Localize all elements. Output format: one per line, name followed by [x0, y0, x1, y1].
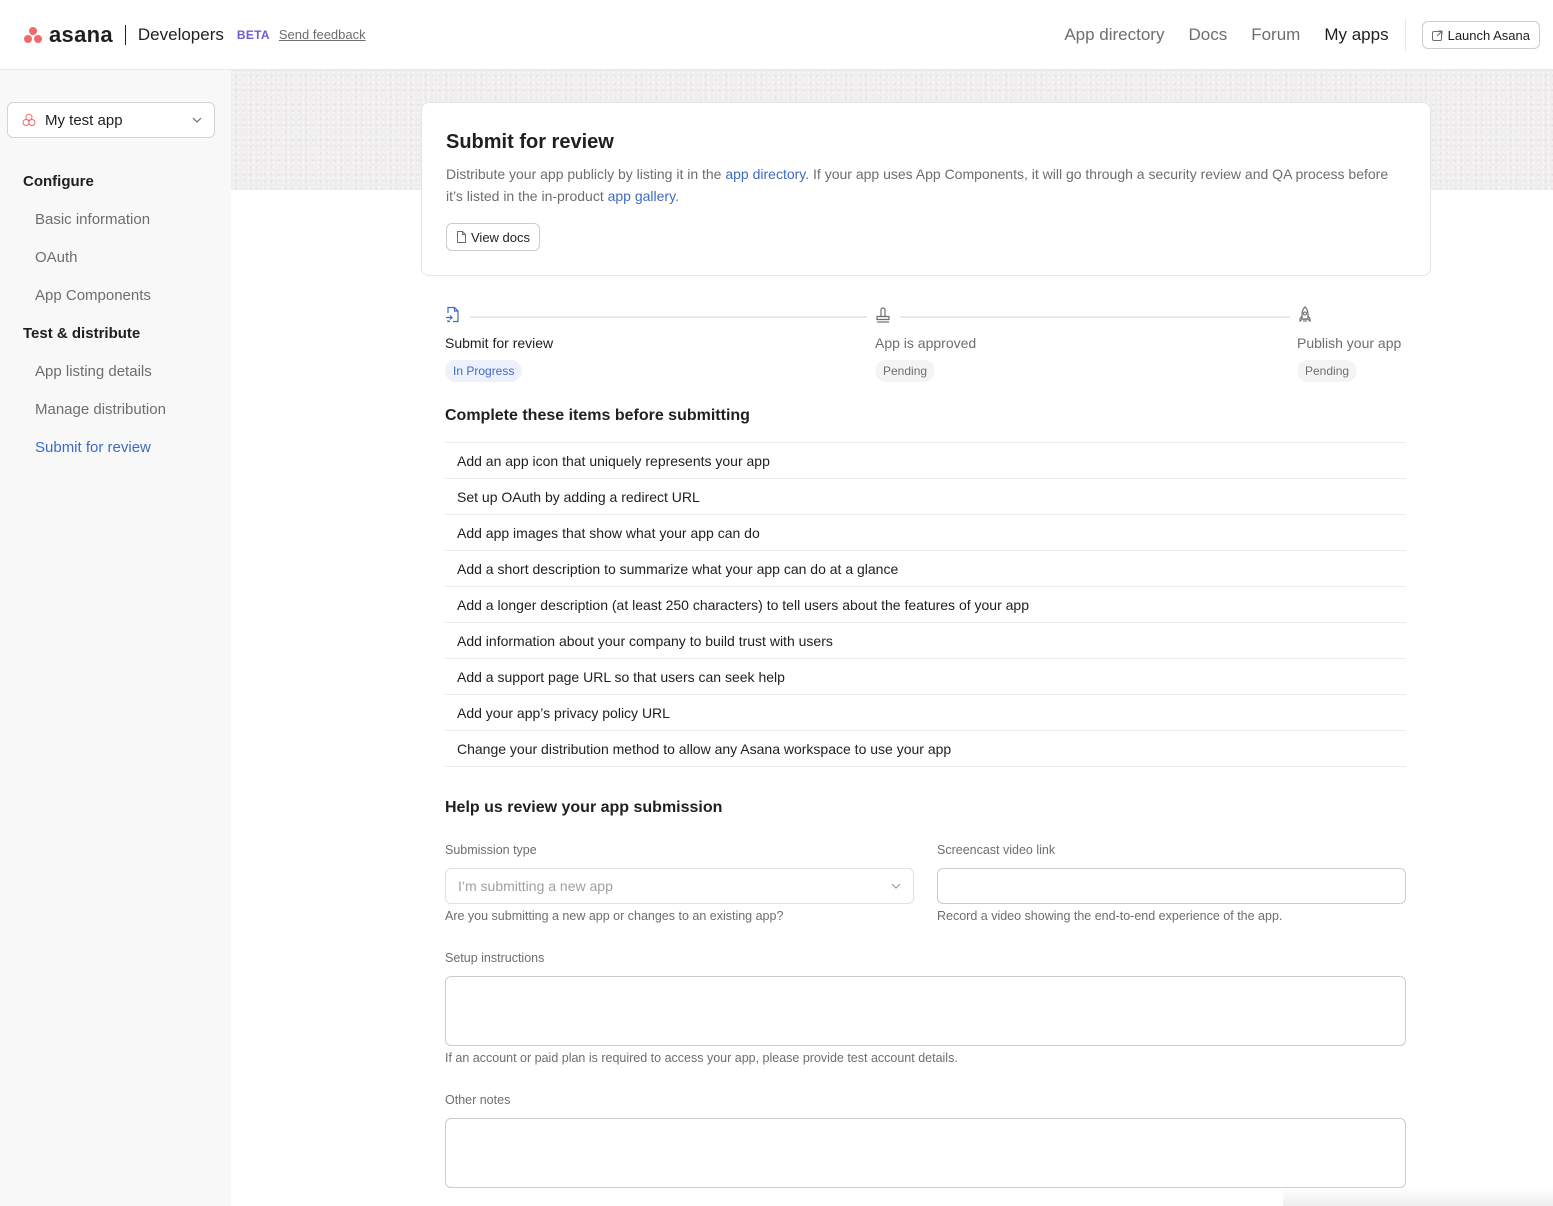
sidebar-item-app-components[interactable]: App Components [35, 287, 151, 304]
setup-instructions-textarea[interactable] [445, 976, 1406, 1046]
step-connector [470, 316, 867, 318]
status-badge: Pending [875, 360, 936, 382]
checklist-item[interactable]: Add a support page URL so that users can… [445, 659, 1406, 695]
launch-asana-button[interactable]: Launch Asana [1421, 21, 1540, 49]
top-header: asana Developers BETA Send feedback App … [0, 0, 1553, 70]
top-nav: App directory Docs Forum My apps Launch … [1040, 0, 1553, 70]
launch-asana-label: Launch Asana [1447, 27, 1530, 43]
screencast-video-link-input[interactable] [937, 868, 1406, 904]
step-label: Publish your app [1297, 335, 1402, 351]
intro-text-3: . [675, 188, 679, 204]
submission-type-label: Submission type [445, 843, 537, 857]
main-content: Submit for review Distribute your app pu… [231, 70, 1553, 1206]
page-title: Submit for review [446, 131, 614, 153]
document-icon [457, 231, 466, 243]
status-badge: In Progress [445, 360, 523, 382]
asana-logo-icon[interactable] [23, 26, 43, 44]
view-docs-button[interactable]: View docs [446, 223, 541, 251]
beta-badge: BETA [236, 27, 270, 42]
app-selector-label: My test app [45, 111, 123, 129]
submission-type-help: Are you submitting a new app or changes … [445, 909, 784, 923]
setup-instructions-help: If an account or paid plan is required t… [445, 1051, 958, 1065]
brand: asana Developers BETA Send feedback [23, 22, 366, 48]
checklist-item[interactable]: Add app images that show what your app c… [445, 515, 1406, 551]
checklist-item[interactable]: Add information about your company to bu… [445, 623, 1406, 659]
checklist-item[interactable]: Add a short description to summarize wha… [445, 551, 1406, 587]
requirements-checklist: Add an app icon that uniquely represents… [445, 442, 1406, 767]
app-selector-dropdown[interactable]: My test app [7, 102, 215, 138]
app-directory-link[interactable]: app directory [725, 166, 805, 182]
chevron-down-icon [192, 117, 202, 123]
checklist-heading: Complete these items before submitting [445, 407, 750, 424]
nav-app-directory[interactable]: App directory [1064, 25, 1164, 45]
view-docs-label: View docs [471, 229, 531, 245]
intro-description: Distribute your app publicly by listing … [446, 163, 1406, 207]
submit-document-icon [446, 306, 459, 323]
nav-divider [1404, 19, 1406, 51]
sidebar: My test app Configure Basic information … [0, 70, 231, 1206]
intro-card: Submit for review Distribute your app pu… [421, 102, 1431, 276]
sidebar-item-app-listing-details[interactable]: App listing details [35, 363, 152, 380]
sidebar-item-manage-distribution[interactable]: Manage distribution [35, 401, 166, 418]
app-gallery-link[interactable]: app gallery [608, 188, 675, 204]
checklist-item[interactable]: Set up OAuth by adding a redirect URL [445, 479, 1406, 515]
approval-stamp-icon [876, 307, 890, 323]
other-notes-textarea[interactable] [445, 1118, 1406, 1188]
nav-docs[interactable]: Docs [1188, 25, 1227, 45]
brand-divider [124, 24, 126, 45]
sidebar-item-basic-information[interactable]: Basic information [35, 211, 150, 228]
screencast-help: Record a video showing the end-to-end ex… [937, 909, 1283, 923]
checklist-item[interactable]: Add an app icon that uniquely represents… [445, 443, 1406, 479]
other-notes-label: Other notes [445, 1093, 511, 1107]
sidebar-item-submit-for-review[interactable]: Submit for review [35, 439, 151, 456]
checklist-item[interactable]: Add your app’s privacy policy URL [445, 695, 1406, 731]
setup-instructions-label: Setup instructions [445, 951, 545, 965]
nav-my-apps[interactable]: My apps [1324, 25, 1388, 45]
scroll-fade [1283, 1188, 1553, 1206]
external-link-icon [1431, 30, 1443, 41]
submission-type-placeholder: I’m submitting a new app [458, 878, 613, 894]
form-heading: Help us review your app submission [445, 799, 723, 816]
sidebar-item-oauth[interactable]: OAuth [35, 249, 78, 266]
asana-logo-text[interactable]: asana [49, 22, 113, 48]
submission-type-select[interactable]: I’m submitting a new app [445, 868, 914, 904]
checklist-item[interactable]: Change your distribution method to allow… [445, 731, 1406, 767]
status-badge: Pending [1297, 360, 1358, 382]
screencast-label: Screencast video link [937, 843, 1056, 857]
send-feedback-link[interactable]: Send feedback [279, 27, 366, 42]
step-label: Submit for review [445, 335, 554, 351]
step-connector [900, 316, 1290, 318]
nav-forum[interactable]: Forum [1251, 25, 1300, 45]
chevron-down-icon [891, 883, 901, 889]
developers-label: Developers [137, 24, 224, 44]
sidebar-section-configure: Configure [23, 173, 94, 190]
checklist-item[interactable]: Add a longer description (at least 250 c… [445, 587, 1406, 623]
asana-app-icon [22, 113, 36, 126]
review-progress-stepper: Submit for review In Progress App is app… [445, 306, 1406, 386]
step-label: App is approved [875, 335, 977, 351]
sidebar-section-test-distribute: Test & distribute [23, 325, 141, 342]
rocket-icon [1299, 306, 1311, 323]
intro-text-1: Distribute your app publicly by listing … [446, 166, 726, 182]
